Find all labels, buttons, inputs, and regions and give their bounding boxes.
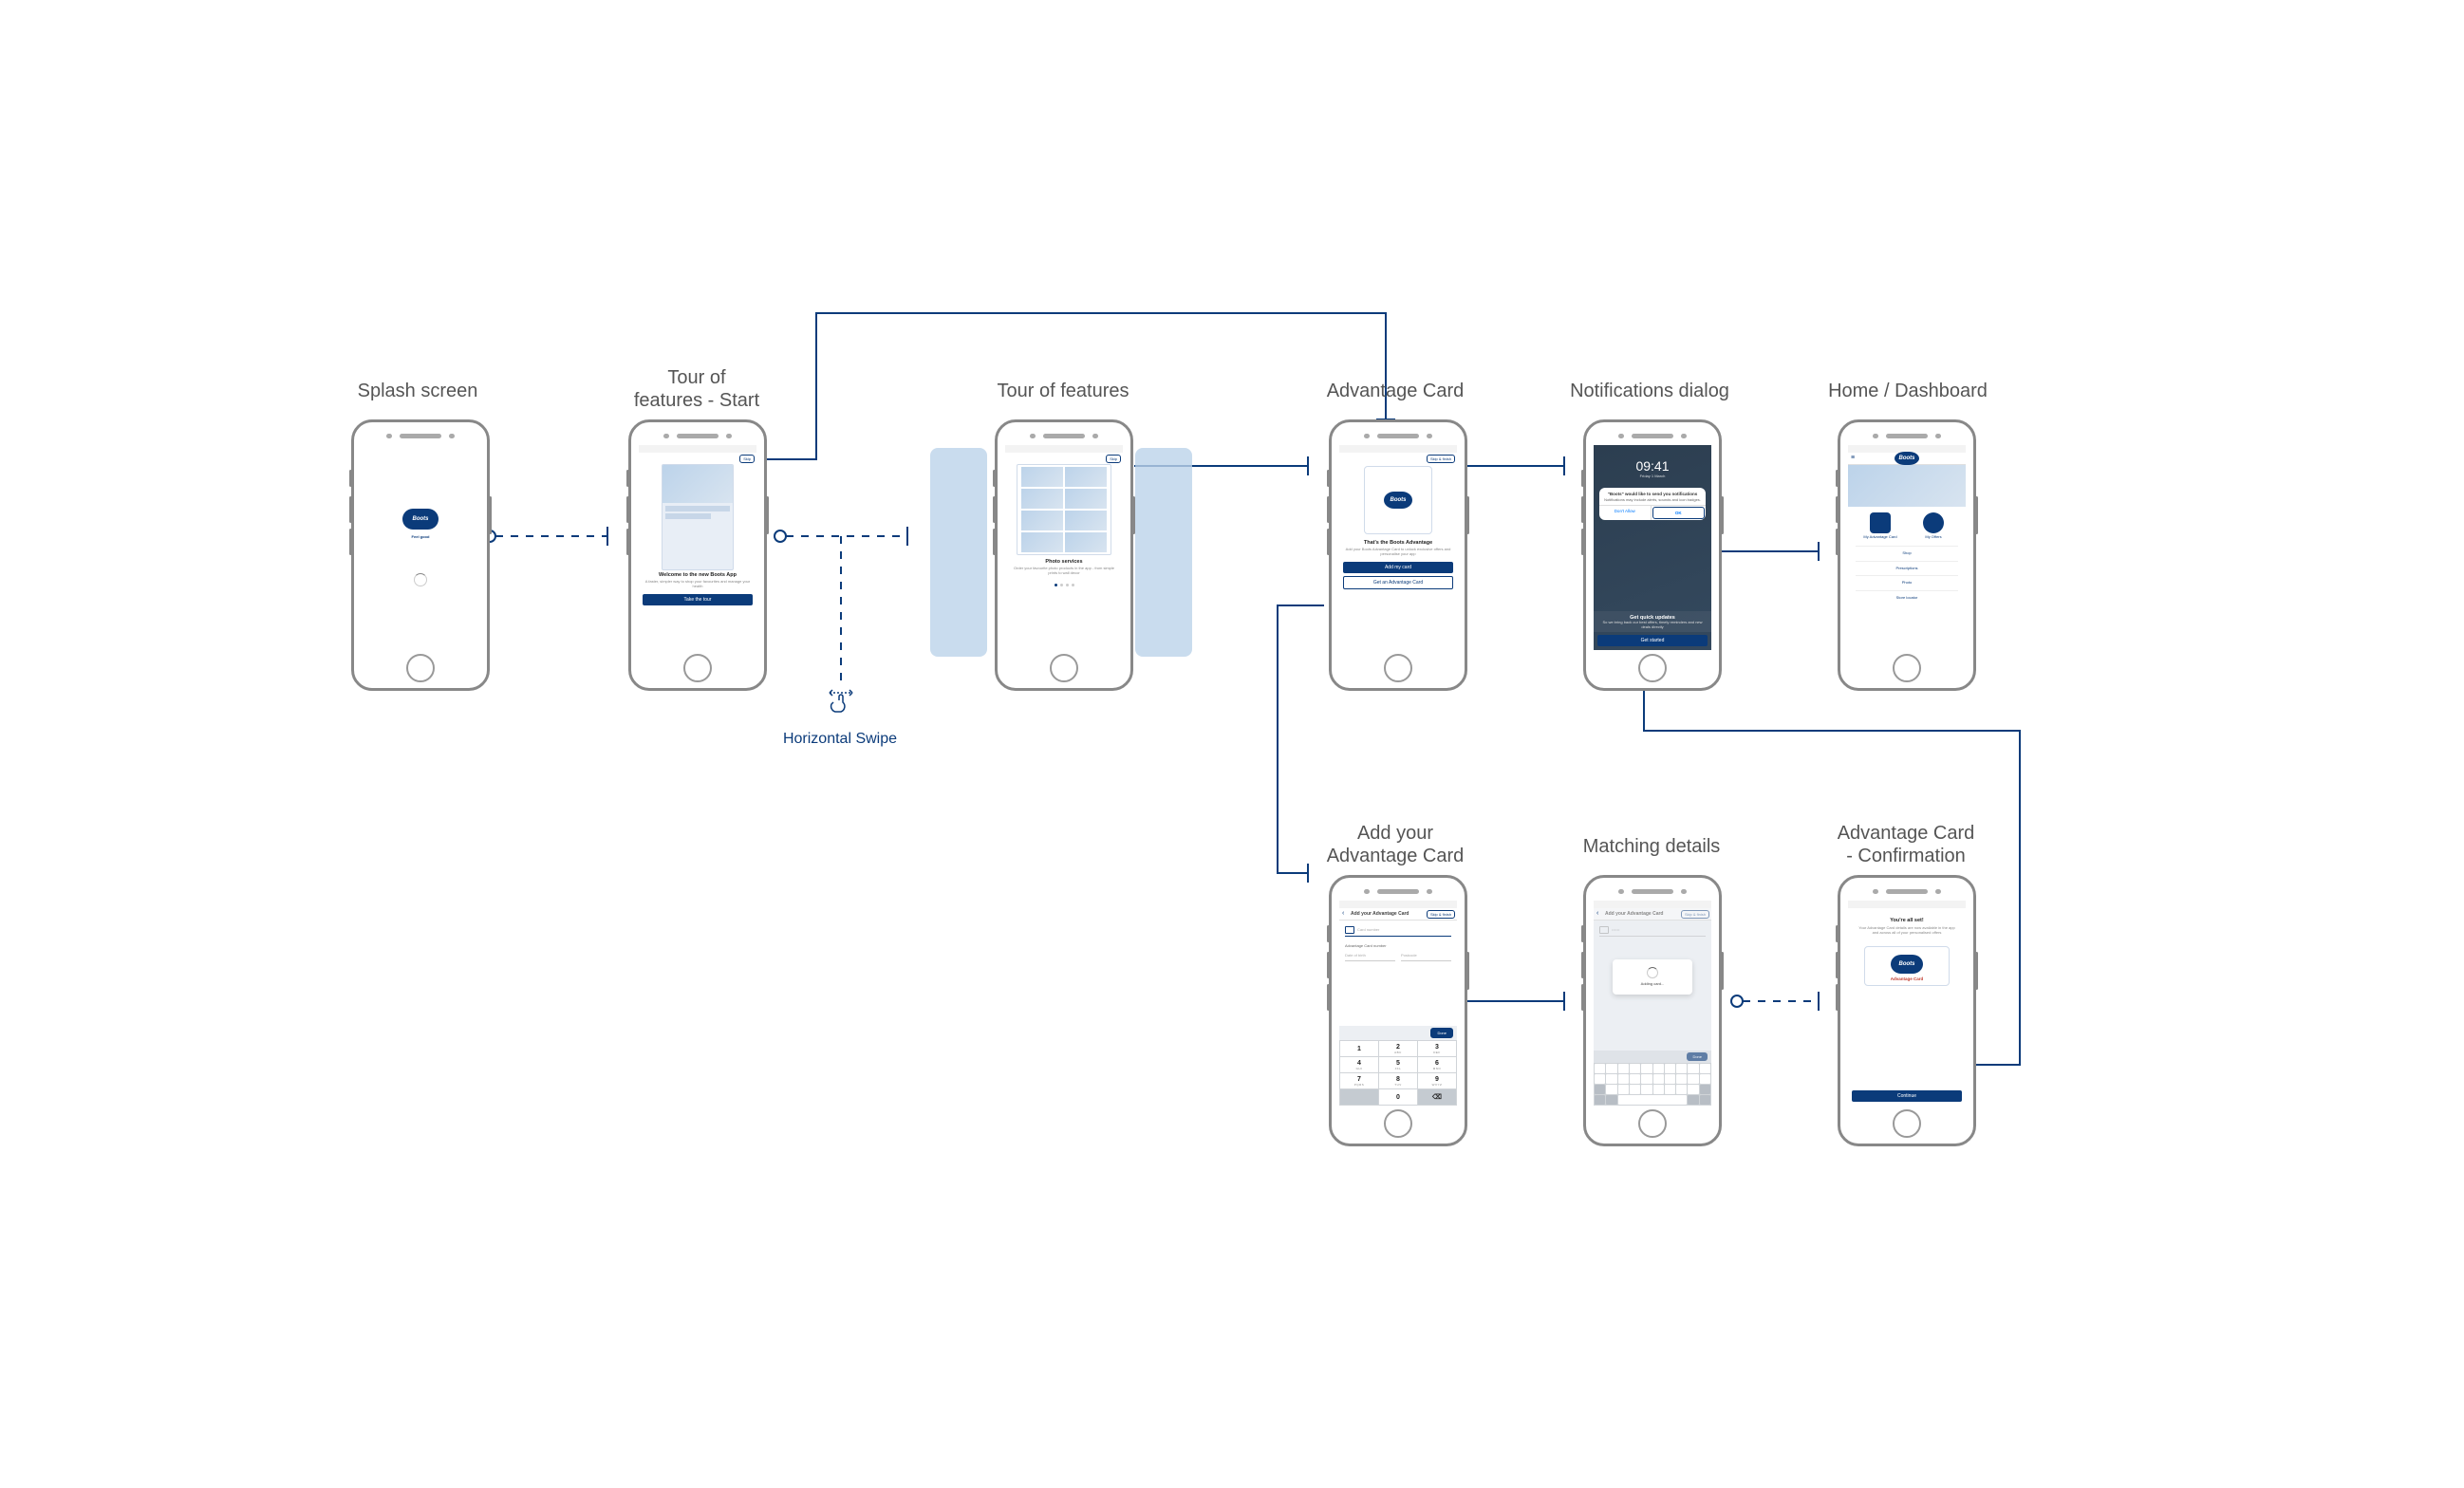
carousel-prev	[930, 448, 987, 657]
matching-title: Add your Advantage Card	[1605, 911, 1664, 917]
card-icon	[1870, 512, 1891, 533]
phone-notifications: 09:41 Friday 1 March "Boots" would like …	[1583, 419, 1722, 691]
confirm-card-text: Advantage Card	[1869, 976, 1945, 981]
hero-image	[1848, 465, 1966, 507]
card-icon	[1345, 926, 1354, 934]
matching-navbar: ‹ Add your Advantage Card Skip & finish	[1594, 908, 1711, 921]
label-tour: Tour of features	[959, 380, 1167, 402]
advantage-card-preview: Boots	[1364, 466, 1432, 534]
add-card-button[interactable]: Add my card	[1343, 562, 1453, 573]
swipe-label: Horizontal Swipe	[778, 731, 902, 748]
home-links: Shop Prescriptions Photo Store locator	[1848, 546, 1966, 605]
get-started-button[interactable]: Get started	[1597, 635, 1708, 646]
section-label: Advantage Card number	[1345, 944, 1451, 949]
phone-confirm: You're all set! Your Advantage Card deta…	[1838, 875, 1976, 1146]
offers-tile[interactable]: My Offers	[1909, 512, 1958, 540]
page-dots	[1005, 584, 1123, 586]
take-tour-button[interactable]: Take the tour	[643, 594, 753, 605]
boots-logo: Boots	[1895, 452, 1919, 465]
label-tour-start: Tour of features - Start	[611, 366, 782, 412]
swipe-gesture	[822, 685, 860, 728]
loading-dialog: Adding card...	[1613, 959, 1692, 995]
confirm-card: Boots Advantage Card	[1864, 946, 1950, 986]
advantage-card-tile[interactable]: My Advantage Card	[1856, 512, 1905, 540]
permission-dialog: "Boots" would like to send you notificat…	[1599, 488, 1706, 520]
spinner-icon	[414, 573, 427, 586]
loading-text: Adding card...	[1616, 982, 1689, 987]
label-home: Home / Dashboard	[1813, 380, 2003, 402]
splash-tagline: Feel good	[412, 535, 430, 540]
phone-home: ≡ Boots My Advantage Card My Offers Shop…	[1838, 419, 1976, 691]
skip-finish-button[interactable]: Skip & finish	[1427, 455, 1455, 463]
spinner-icon	[1647, 967, 1658, 978]
back-icon[interactable]: ‹	[1342, 910, 1344, 917]
add-card-navbar: ‹ Add your Advantage Card Skip & finish	[1339, 908, 1457, 921]
confirm-sub: Your Advantage Card details are now avai…	[1848, 923, 1966, 939]
label-notifications: Notifications dialog	[1555, 380, 1745, 402]
numeric-keypad[interactable]: 1 2ABC 3DEF 4GHI 5JKL 6MNO 7PQRS 8TUV 9W…	[1339, 1040, 1457, 1106]
link-shop[interactable]: Shop	[1856, 546, 1958, 561]
lock-time: 09:41	[1594, 458, 1711, 474]
link-photo[interactable]: Photo	[1856, 575, 1958, 590]
swipe-icon	[822, 685, 860, 723]
connector-layer	[0, 0, 2464, 1488]
label-matching: Matching details	[1566, 835, 1737, 858]
qwerty-keyboard	[1594, 1063, 1711, 1106]
label-splash: Splash screen	[332, 380, 503, 402]
back-icon[interactable]: ‹	[1596, 910, 1598, 917]
lock-date: Friday 1 March	[1594, 474, 1711, 478]
done-button: Done	[1687, 1052, 1708, 1061]
phone-tour-start: Skip Welcome to the new Boots App A fast…	[628, 419, 767, 691]
skip-finish-button[interactable]: Skip & finish	[1427, 910, 1455, 919]
phone-splash: Boots Feel good	[351, 419, 490, 691]
skip-button[interactable]: Skip	[1106, 455, 1121, 463]
add-card-title: Add your Advantage Card	[1351, 911, 1409, 917]
postcode-input[interactable]: Postcode	[1401, 952, 1451, 961]
carousel-next	[1135, 448, 1192, 657]
dob-input[interactable]: Date of birth	[1345, 952, 1395, 961]
welcome-sub: A faster, simpler way to shop your favou…	[639, 578, 756, 591]
tour-preview	[1017, 464, 1111, 555]
label-confirm: Advantage Card - Confirmation	[1811, 822, 2001, 867]
offers-icon	[1923, 512, 1944, 533]
skip-button[interactable]: Skip	[739, 455, 755, 463]
link-prescriptions[interactable]: Prescriptions	[1856, 561, 1958, 576]
allow-button[interactable]: OK	[1652, 507, 1706, 519]
home-navbar: ≡ Boots	[1848, 453, 1966, 465]
label-add-card: Add your Advantage Card	[1310, 822, 1481, 867]
phone-tour: Skip Photo services Order your favourite…	[995, 419, 1133, 691]
skip-finish-button: Skip & finish	[1681, 910, 1709, 919]
continue-button[interactable]: Continue	[1852, 1090, 1962, 1102]
phone-add-card: ‹ Add your Advantage Card Skip & finish …	[1329, 875, 1467, 1146]
dialog-body: Notifications may include alerts, sounds…	[1603, 498, 1702, 503]
tour-sub: Order your favourite photo products in t…	[1005, 565, 1123, 578]
phone-matching: ‹ Add your Advantage Card Skip & finish …	[1583, 875, 1722, 1146]
deny-button[interactable]: Don't Allow	[1599, 506, 1652, 520]
menu-icon[interactable]: ≡	[1851, 455, 1855, 461]
phone-advantage: Skip & finish Boots That's the Boots Adv…	[1329, 419, 1467, 691]
boots-logo: Boots	[402, 509, 439, 530]
dialog-title: "Boots" would like to send you notificat…	[1603, 492, 1702, 496]
flow-canvas: Splash screen Tour of features - Start T…	[0, 0, 2464, 1488]
label-advantage: Advantage Card	[1310, 380, 1481, 402]
notif-sub: So we bring back our best offers, timely…	[1599, 621, 1706, 630]
done-button[interactable]: Done	[1430, 1028, 1453, 1038]
advantage-sub: Add your Boots Advantage Card to unlock …	[1339, 546, 1457, 559]
get-card-button[interactable]: Get an Advantage Card	[1343, 576, 1453, 589]
tour-start-preview	[662, 464, 734, 570]
card-number-input[interactable]: Card number	[1357, 928, 1379, 933]
link-store-locator[interactable]: Store locator	[1856, 590, 1958, 605]
